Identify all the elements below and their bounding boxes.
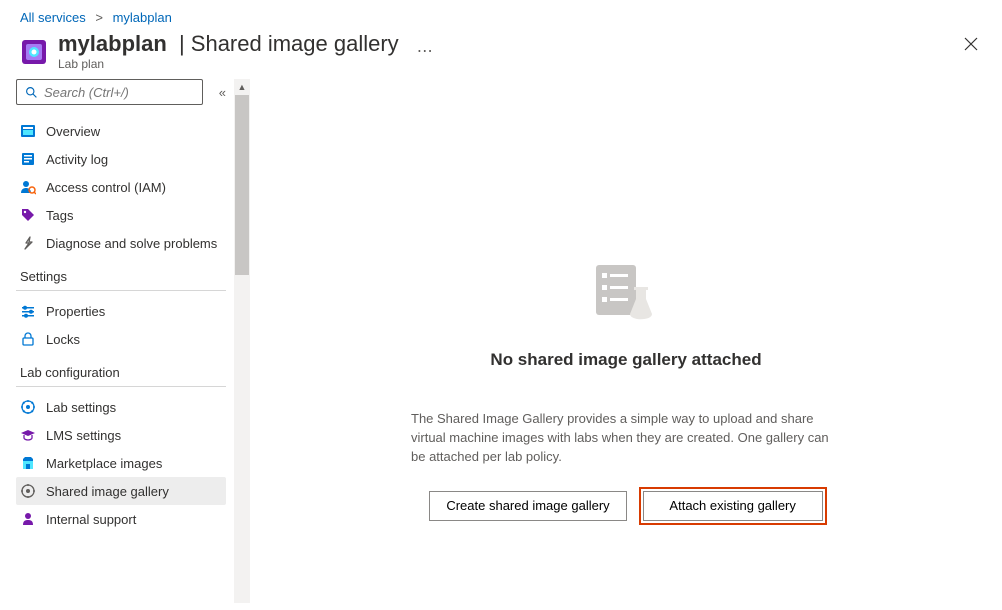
sidebar-item-locks[interactable]: Locks — [16, 325, 226, 353]
sidebar-item-shared-image-gallery[interactable]: Shared image gallery — [16, 477, 226, 505]
sidebar-section-settings: Settings — [16, 257, 226, 288]
graduation-cap-icon — [20, 427, 36, 443]
sidebar-item-label: Lab settings — [46, 400, 116, 415]
sidebar-item-label: Access control (IAM) — [46, 180, 166, 195]
sidebar-item-activity-log[interactable]: Activity log — [16, 145, 226, 173]
divider — [16, 290, 226, 291]
shared-image-gallery-icon — [20, 483, 36, 499]
attach-existing-gallery-button[interactable]: Attach existing gallery — [643, 491, 823, 521]
sidebar-item-label: Overview — [46, 124, 100, 139]
main-content: No shared image gallery attached The Sha… — [250, 79, 1002, 603]
sidebar-item-properties[interactable]: Properties — [16, 297, 226, 325]
sidebar-item-label: Tags — [46, 208, 73, 223]
sidebar-item-lab-settings[interactable]: Lab settings — [16, 393, 226, 421]
activity-log-icon — [20, 151, 36, 167]
sidebar-item-label: Locks — [46, 332, 80, 347]
sidebar-item-label: Marketplace images — [46, 456, 162, 471]
diagnose-icon — [20, 235, 36, 251]
marketplace-icon — [20, 455, 36, 471]
sidebar-item-access-control[interactable]: Access control (IAM) — [16, 173, 226, 201]
empty-state-icon — [586, 259, 666, 332]
close-icon[interactable] — [964, 37, 978, 56]
chevron-right-icon: > — [95, 10, 103, 25]
sidebar-item-label: Internal support — [46, 512, 136, 527]
title-bar: mylabplan | Shared image gallery Lab pla… — [0, 31, 1002, 79]
sidebar-item-label: LMS settings — [46, 428, 121, 443]
properties-icon — [20, 303, 36, 319]
sidebar-item-diagnose[interactable]: Diagnose and solve problems — [16, 229, 226, 257]
sidebar-section-lab-config: Lab configuration — [16, 353, 226, 384]
collapse-sidebar-icon[interactable]: « — [219, 85, 226, 100]
resource-icon — [20, 38, 48, 66]
sidebar-item-internal-support[interactable]: Internal support — [16, 505, 226, 533]
sidebar-item-tags[interactable]: Tags — [16, 201, 226, 229]
page-title: mylabplan | Shared image gallery — [58, 31, 399, 57]
breadcrumb: All services > mylabplan — [0, 0, 1002, 31]
sidebar-item-label: Diagnose and solve problems — [46, 236, 217, 251]
sidebar-item-label: Properties — [46, 304, 105, 319]
divider — [16, 386, 226, 387]
scroll-up-icon[interactable]: ▲ — [234, 79, 250, 95]
lock-icon — [20, 331, 36, 347]
empty-state-description: The Shared Image Gallery provides a simp… — [411, 410, 841, 467]
create-shared-image-gallery-button[interactable]: Create shared image gallery — [429, 491, 626, 521]
tags-icon — [20, 207, 36, 223]
overview-icon — [20, 123, 36, 139]
scrollbar-thumb[interactable] — [235, 95, 249, 275]
breadcrumb-current[interactable]: mylabplan — [113, 10, 172, 25]
search-icon — [25, 86, 38, 99]
breadcrumb-root[interactable]: All services — [20, 10, 86, 25]
sidebar-item-lms-settings[interactable]: LMS settings — [16, 421, 226, 449]
sidebar: « Overview Activity log Access control (… — [16, 79, 226, 603]
page-subtitle: Lab plan — [58, 57, 399, 71]
sidebar-item-label: Activity log — [46, 152, 108, 167]
support-icon — [20, 511, 36, 527]
scrollbar[interactable]: ▲ — [234, 79, 250, 603]
sidebar-item-overview[interactable]: Overview — [16, 117, 226, 145]
search-input[interactable] — [16, 79, 203, 105]
empty-state-title: No shared image gallery attached — [490, 350, 761, 370]
access-control-icon — [20, 179, 36, 195]
more-icon[interactable]: ⋯ — [417, 41, 433, 61]
gear-icon — [20, 399, 36, 415]
sidebar-item-marketplace[interactable]: Marketplace images — [16, 449, 226, 477]
sidebar-item-label: Shared image gallery — [46, 484, 169, 499]
